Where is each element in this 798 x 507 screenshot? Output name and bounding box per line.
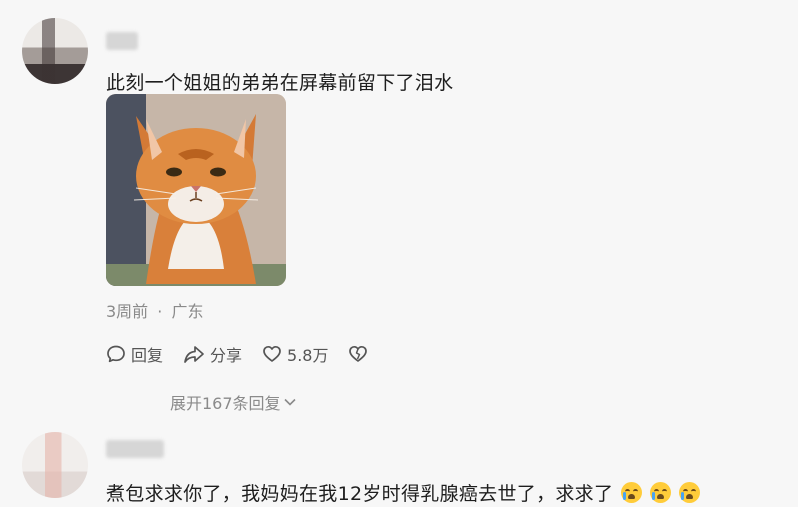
like-button[interactable]: 5.8万 bbox=[262, 342, 328, 366]
commenter-avatar-2[interactable] bbox=[22, 432, 88, 498]
reply-label: 回复 bbox=[131, 346, 164, 365]
share-button[interactable]: 分享 bbox=[183, 342, 242, 366]
crying-face-icon bbox=[679, 482, 701, 503]
speech-bubble-icon bbox=[107, 345, 125, 363]
commenter-name-blurred[interactable] bbox=[106, 32, 138, 50]
comment-actions: 回复 分享 5.8万 bbox=[106, 340, 393, 368]
commenter-avatar[interactable] bbox=[22, 18, 88, 84]
meta-separator: · bbox=[157, 302, 163, 321]
comment-meta: 3周前 · 广东 bbox=[106, 298, 203, 322]
share-label: 分享 bbox=[210, 346, 243, 365]
heart-icon bbox=[263, 345, 281, 362]
crying-face-icon bbox=[621, 482, 643, 503]
orange-cat-photo bbox=[106, 94, 286, 286]
crying-face-icon bbox=[650, 482, 672, 503]
like-count: 5.8万 bbox=[287, 346, 329, 365]
dislike-button[interactable] bbox=[348, 344, 373, 364]
comment-2-text: 煮包求求你了，我妈妈在我12岁时得乳腺癌去世了，求求了 bbox=[106, 483, 614, 505]
expand-replies-label: 展开167条回复 bbox=[170, 394, 281, 413]
expand-replies-button[interactable]: 展开167条回复 bbox=[170, 390, 297, 414]
share-arrow-icon bbox=[184, 346, 204, 363]
comment-location: 广东 bbox=[171, 302, 204, 321]
comment-text: 此刻一个姐姐的弟弟在屏幕前留下了泪水 bbox=[106, 72, 454, 94]
reply-button[interactable]: 回复 bbox=[106, 342, 163, 366]
broken-heart-icon bbox=[349, 345, 368, 362]
comment-time: 3周前 bbox=[106, 302, 149, 321]
chevron-down-icon bbox=[283, 398, 296, 406]
commenter-name-blurred-2[interactable] bbox=[106, 440, 164, 458]
comment-text-2: 煮包求求你了，我妈妈在我12岁时得乳腺癌去世了，求求了 bbox=[106, 479, 701, 506]
comment-image[interactable] bbox=[106, 94, 286, 286]
